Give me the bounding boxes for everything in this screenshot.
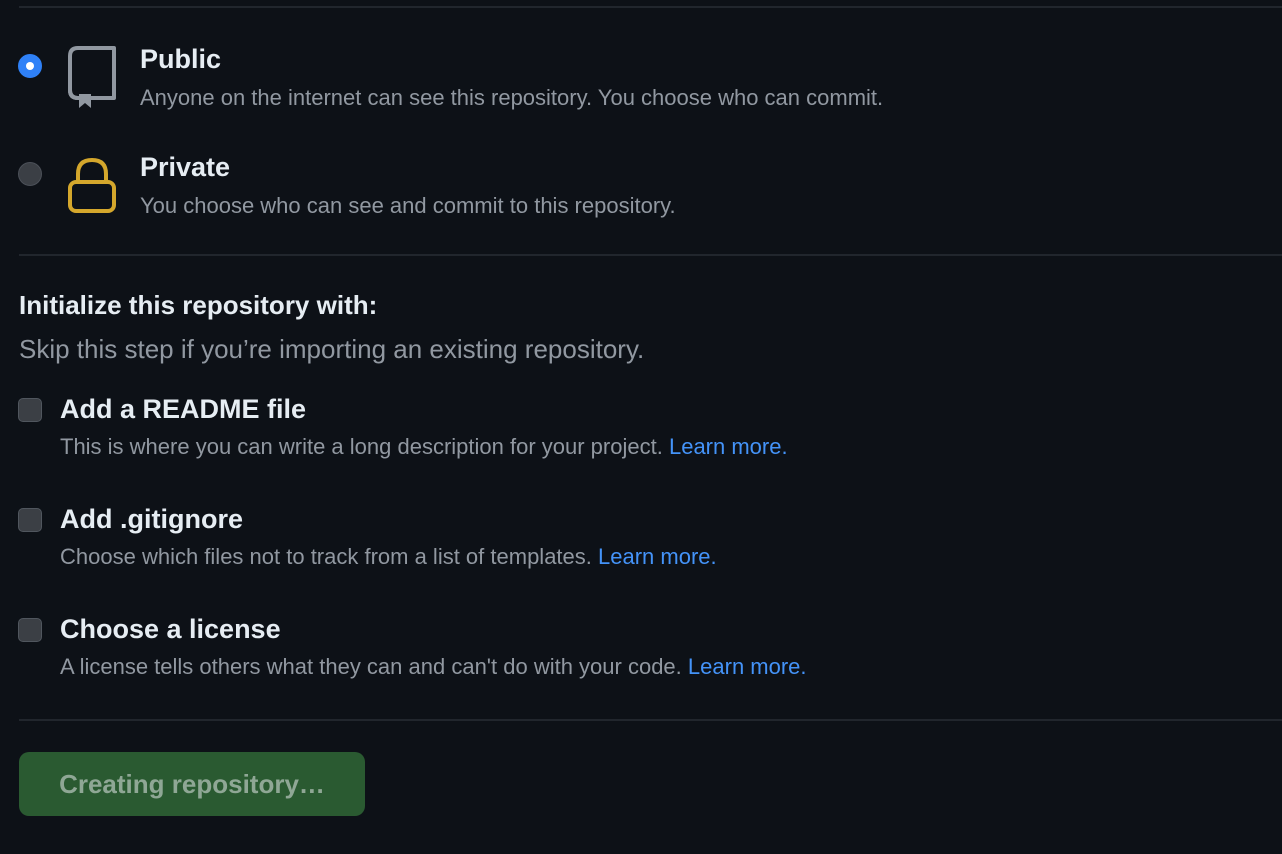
gitignore-learn-more-link[interactable]: Learn more.	[598, 544, 717, 569]
gitignore-checkbox[interactable]	[18, 508, 42, 532]
public-radio[interactable]	[18, 54, 42, 78]
license-description: A license tells others what they can and…	[60, 654, 807, 680]
readme-title[interactable]: Add a README file	[60, 394, 306, 425]
gitignore-title[interactable]: Add .gitignore	[60, 504, 243, 535]
create-repository-button[interactable]: Creating repository…	[19, 752, 365, 816]
private-radio[interactable]	[18, 162, 42, 186]
gitignore-description-text: Choose which files not to track from a l…	[60, 544, 592, 569]
option-readme: Add a README file This is where you can …	[0, 394, 1282, 488]
bottom-divider	[19, 719, 1282, 721]
init-heading: Initialize this repository with:	[19, 290, 378, 320]
option-gitignore: Add .gitignore Choose which files not to…	[0, 504, 1282, 598]
top-divider	[19, 6, 1282, 8]
readme-checkbox[interactable]	[18, 398, 42, 422]
license-title[interactable]: Choose a license	[60, 614, 281, 645]
visibility-option-private[interactable]: Private You choose who can see and commi…	[0, 152, 1282, 252]
visibility-option-public[interactable]: Public Anyone on the internet can see th…	[0, 44, 1282, 144]
license-checkbox[interactable]	[18, 618, 42, 642]
option-license: Choose a license A license tells others …	[0, 614, 1282, 708]
readme-description: This is where you can write a long descr…	[60, 434, 788, 460]
gitignore-description: Choose which files not to track from a l…	[60, 544, 717, 570]
private-description: You choose who can see and commit to thi…	[140, 193, 676, 218]
repo-book-icon	[66, 46, 118, 115]
public-description: Anyone on the internet can see this repo…	[140, 85, 884, 110]
public-title: Public	[140, 44, 222, 74]
readme-learn-more-link[interactable]: Learn more.	[669, 434, 788, 459]
lock-icon	[66, 156, 118, 219]
license-description-text: A license tells others what they can and…	[60, 654, 682, 679]
readme-description-text: This is where you can write a long descr…	[60, 434, 663, 459]
section-divider	[19, 254, 1282, 256]
license-learn-more-link[interactable]: Learn more.	[688, 654, 807, 679]
init-subheading: Skip this step if you’re importing an ex…	[19, 334, 645, 364]
private-title: Private	[140, 152, 231, 182]
